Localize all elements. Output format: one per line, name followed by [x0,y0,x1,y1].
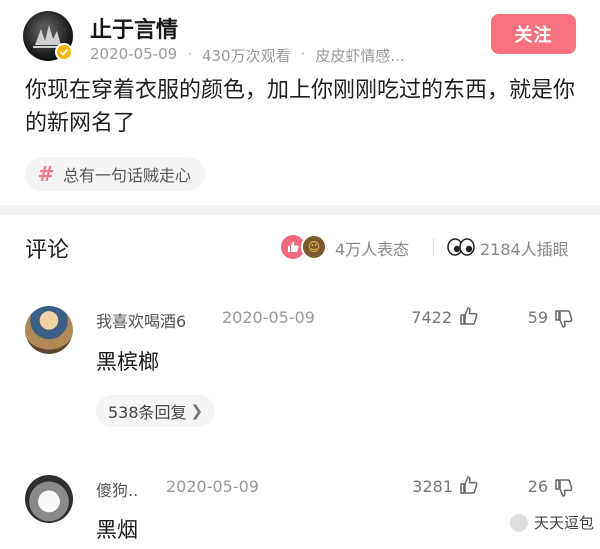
comment-date: 2020-05-09 [166,477,259,496]
hashtag-icon: # [37,162,55,186]
topic-tag-label: 总有一句话贼走心 [63,166,192,185]
post-date: 2020-05-09 [90,45,178,63]
comments-title: 评论 [25,238,70,263]
meta-separator: · [300,45,306,63]
author-name[interactable]: 止于言情 [90,12,178,44]
comment-text: 黑烟 [96,518,138,542]
reaction-icons[interactable]: ☺ [281,233,333,261]
divider [433,238,434,256]
comment-text: 黑槟榔 [96,350,159,374]
thumbs-up-icon[interactable] [458,305,480,327]
thumbs-down-icon[interactable] [553,477,575,499]
watermark-logo-icon [510,513,528,532]
comment-dislike-count: 26 [527,477,548,496]
watermark-text: 天天逗包 [534,514,595,532]
commenter-avatar[interactable] [25,475,73,523]
commenter-avatar[interactable] [25,306,73,354]
commenter-name[interactable]: 傻狗.. [96,477,138,501]
comment-date: 2020-05-09 [222,308,315,327]
topic-tag[interactable]: # 总有一句话贼走心 [25,157,206,191]
replies-label: 538条回复 [108,403,187,422]
thumbs-up-icon[interactable] [458,474,480,496]
comment-dislike-count: 59 [527,308,548,327]
follow-button[interactable]: 关注 [491,14,576,54]
reaction-count[interactable]: 4万人表态 [335,236,409,260]
watermark: 天天逗包 [510,512,594,533]
thumbs-down-icon[interactable] [553,308,575,330]
section-divider [0,205,600,215]
comment-like-count: 3281 [412,477,453,496]
comment-like-count: 7422 [411,308,452,327]
post-text: 你现在穿着衣服的颜色，加上你刚刚吃过的东西，就是你的新网名了 [25,78,576,136]
post-meta: 2020-05-09 · 430万次观看 · 皮皮虾情感... [90,45,405,66]
eyes-count[interactable]: 2184人插眼 [480,236,569,260]
view-replies-button[interactable]: 538条回复 ❯ [96,395,216,427]
view-count: 430万次观看 [201,47,291,65]
emoji-reaction-icon: ☺ [301,234,327,260]
post-source[interactable]: 皮皮虾情感... [315,45,404,66]
commenter-name[interactable]: 我喜欢喝酒6 [96,308,186,332]
chevron-right-icon: ❯ [190,402,204,420]
eyes-icon[interactable] [447,238,475,256]
meta-separator: · [187,45,192,63]
verified-badge-icon [55,43,73,61]
